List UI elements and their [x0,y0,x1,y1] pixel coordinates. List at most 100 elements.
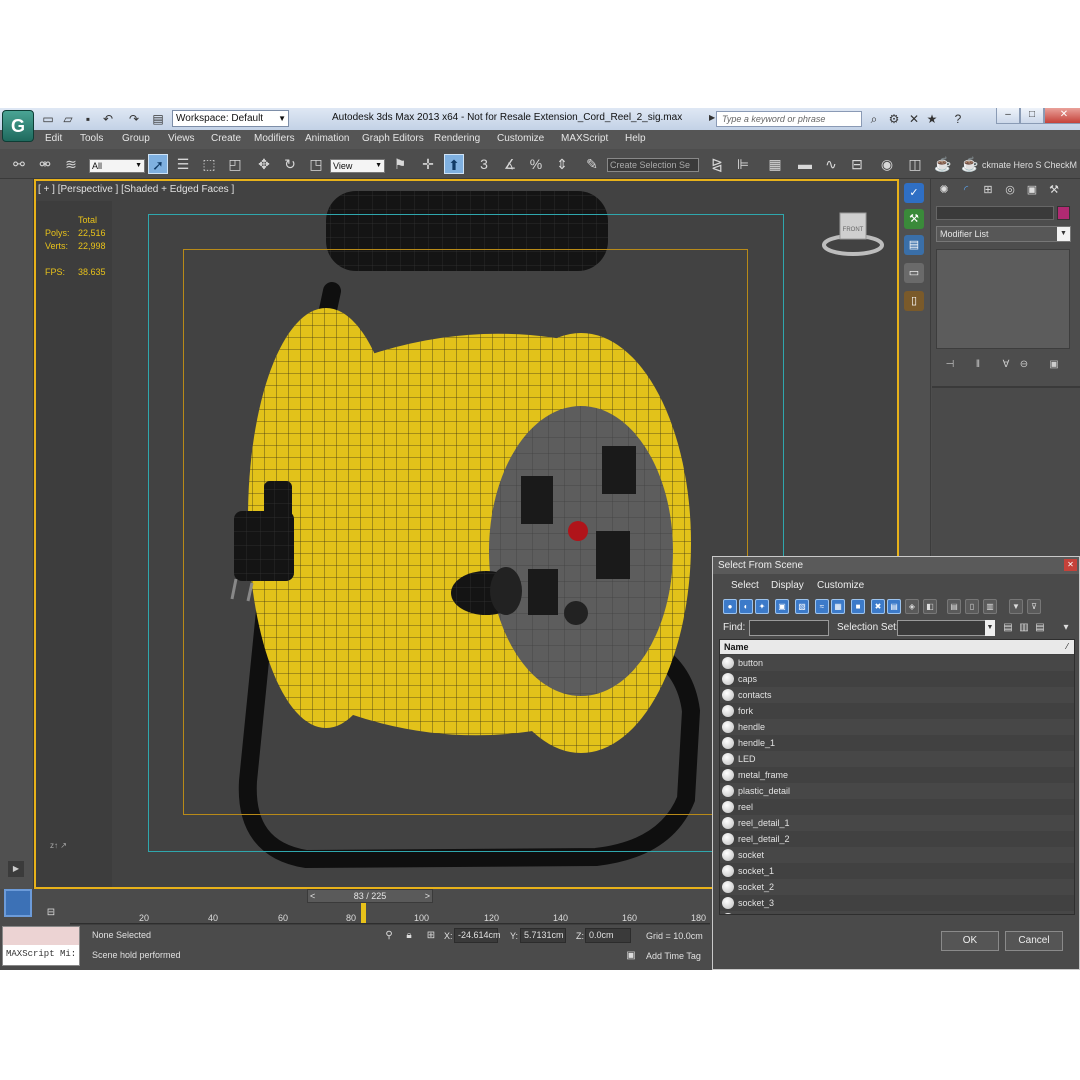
edit-named-selection-icon[interactable]: ✎ [582,154,602,174]
new-file-icon[interactable]: ▭ [40,111,56,127]
chevron-right-icon[interactable]: > [425,890,430,902]
list-item[interactable]: reel_detail_1 [720,815,1074,831]
render-setup-icon[interactable]: ◫ [905,154,925,174]
menu-animation[interactable]: Animation [305,133,349,144]
menu-graph-editors[interactable]: Graph Editors [362,133,424,144]
list-item[interactable]: socket_1 [720,863,1074,879]
dialog-menu-display[interactable]: Display [771,580,804,591]
show-end-result-icon[interactable]: ‖ [969,357,987,373]
list-item[interactable]: reel [720,799,1074,815]
selection-filter-dropdown[interactable]: All ▼ [89,159,145,173]
object-color-swatch[interactable] [1057,206,1070,220]
layer-manager-icon[interactable]: ▦ [765,154,785,174]
pivot-center-icon[interactable]: ⚑ [390,154,410,174]
hierarchy-tab-icon[interactable]: ⊞ [979,181,997,199]
display-geometry-icon[interactable]: ● [723,599,737,614]
open-file-icon[interactable]: ▱ [60,111,76,127]
motion-tab-icon[interactable]: ◎ [1001,181,1019,199]
modifier-stack[interactable] [936,249,1070,349]
create-tab-icon[interactable]: ✺ [935,181,953,199]
snaps-toggle-icon[interactable]: 3 [474,154,494,174]
add-to-set-icon[interactable]: ▤ [1001,621,1015,635]
mirror-icon[interactable]: ⧎ [707,154,727,174]
percent-snap-icon[interactable]: % [526,154,546,174]
display-cameras-icon[interactable]: ▣ [775,599,789,614]
schematic-view-icon[interactable]: ⊟ [847,154,867,174]
modify-tab-icon[interactable]: ◜ [957,181,975,199]
window-crossing-icon[interactable]: ◰ [225,154,245,174]
checkmate-plugin-label[interactable]: ckmate Hero S [982,160,1042,170]
mini-curve-editor-icon[interactable] [4,889,32,917]
configure-modifier-sets-icon[interactable]: ▣ [1045,357,1063,373]
subscription-icon[interactable]: ⚙ [886,111,902,127]
align-icon[interactable]: ⊫ [733,154,753,174]
filter-options-icon[interactable]: ⊽ [1027,599,1041,614]
named-selection-set-dropdown[interactable]: Create Selection Se [607,158,699,172]
scene-explorer-icon[interactable]: ▤ [904,235,924,255]
selection-set-dropdown[interactable] [897,620,995,636]
list-item[interactable]: plastic_detail [720,783,1074,799]
viewcube[interactable]: FRONT [822,207,884,257]
viewport-label[interactable]: [ + ] [Perspective ] [Shaded + Edged Fac… [38,184,234,195]
material-editor-icon[interactable]: ◉ [877,154,897,174]
isolate-selection-icon[interactable]: ⚲ [382,929,396,943]
display-xrefs-icon[interactable]: ■ [851,599,865,614]
menu-edit[interactable]: Edit [45,133,62,144]
display-helpers-icon[interactable]: ▧ [795,599,809,614]
name-column-header[interactable]: Name ⁄ [720,640,1074,654]
object-name-field[interactable] [936,206,1054,220]
rectangular-selection-icon[interactable]: ⬚ [199,154,219,174]
ok-button[interactable]: OK [941,931,999,951]
workspace-dropdown[interactable]: Workspace: Default ▼ [172,110,289,127]
save-file-icon[interactable]: ▪ [80,111,96,127]
list-item[interactable]: reel_detail_2 [720,831,1074,847]
menu-group[interactable]: Group [122,133,150,144]
time-tag-icon[interactable]: ▣ [624,949,638,963]
select-all-icon[interactable]: ▤ [947,599,961,614]
track-bar-icon[interactable]: ⊟ [44,906,58,920]
select-set-icon[interactable]: ▤ [1033,621,1047,635]
modifier-list-dropdown[interactable]: Modifier List ▼ [936,226,1071,242]
reference-coordinate-dropdown[interactable]: View ▼ [330,159,385,173]
display-bones-icon[interactable]: ✖ [871,599,885,614]
door-icon[interactable]: ▯ [904,291,924,311]
y-coordinate-field[interactable]: 5.7131cm [520,928,566,943]
chevron-left-icon[interactable]: < [310,890,315,902]
app-logo[interactable]: G [2,110,34,142]
display-groups-icon[interactable]: ▦ [831,599,845,614]
display-hidden-icon[interactable]: ◧ [923,599,937,614]
keyword-search-input[interactable]: Type a keyword or phrase [716,111,862,127]
monitor-icon[interactable]: ▭ [904,263,924,283]
unlink-icon[interactable]: ⚮ [35,154,55,174]
manipulate-icon[interactable]: ✛ [418,154,438,174]
lock-selection-icon[interactable]: 🔒︎ [402,929,416,943]
cancel-button[interactable]: Cancel [1005,931,1063,951]
absolute-mode-icon[interactable]: ⊞ [424,929,438,943]
spinner-snap-icon[interactable]: ⇕ [552,154,572,174]
render-production-icon[interactable]: ☕ [960,154,980,174]
dialog-close-button[interactable]: ✕ [1064,559,1077,571]
chevron-down-icon[interactable]: ▼ [985,620,995,636]
time-slider[interactable]: < 83 / 225 > [307,889,433,903]
find-input[interactable] [749,620,829,636]
menu-create[interactable]: Create [211,133,241,144]
display-frozen-icon[interactable]: ◈ [905,599,919,614]
select-invert-icon[interactable]: ▥ [983,599,997,614]
menu-maxscript[interactable]: MAXScript [561,133,608,144]
add-time-tag[interactable]: Add Time Tag [646,951,701,961]
checkmate-plugin-label-2[interactable]: CheckM [1044,160,1077,170]
list-item[interactable]: fork [720,703,1074,719]
drill-icon[interactable]: ⚒ [904,209,924,229]
list-item[interactable]: socket_2 [720,879,1074,895]
list-item[interactable]: button [720,655,1074,671]
project-folder-icon[interactable]: ▤ [150,111,166,127]
checkmate-icon[interactable]: ✓ [904,183,924,203]
rendered-frame-window-icon[interactable]: ☕ [933,154,953,174]
select-none-icon[interactable]: ▯ [965,599,979,614]
menu-tools[interactable]: Tools [80,133,103,144]
remove-from-set-icon[interactable]: ▥ [1017,621,1031,635]
expand-arrow-icon[interactable]: ▶ [8,861,24,877]
menu-views[interactable]: Views [168,133,195,144]
scale-icon[interactable]: ◳ [306,154,326,174]
list-item[interactable]: socket [720,847,1074,863]
